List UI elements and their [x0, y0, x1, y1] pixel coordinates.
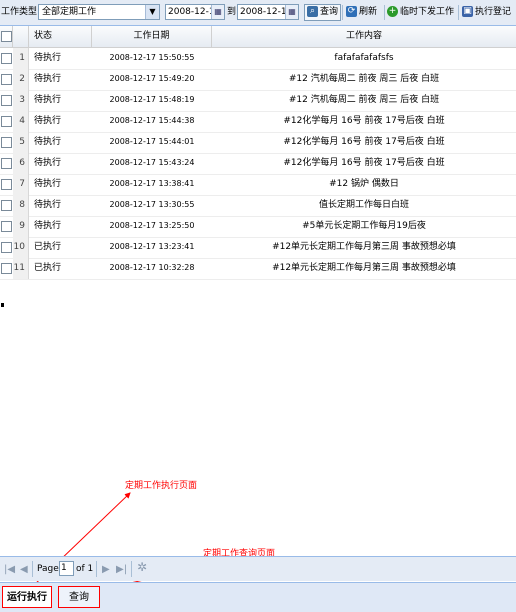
- paging-toolbar: |◀ ◀ Page 1 of 1 ▶ ▶| ✲: [0, 556, 516, 581]
- tab-query[interactable]: 查询: [58, 586, 100, 608]
- bottom-tab-bar: 运行执行 查询: [0, 582, 516, 612]
- prev-page-icon[interactable]: ◀: [20, 563, 28, 576]
- pager-separator: [96, 561, 97, 577]
- refresh-icon[interactable]: ✲: [137, 561, 147, 574]
- tab-run-execute[interactable]: 运行执行: [2, 586, 52, 608]
- exec-page-annotation: 定期工作执行页面: [125, 481, 198, 491]
- page-number-input[interactable]: 1: [59, 561, 74, 576]
- page-count-label: of 1: [76, 564, 94, 574]
- annotation-arrows: [32, 492, 208, 593]
- page-label: Page: [37, 564, 59, 574]
- next-page-icon[interactable]: ▶: [102, 563, 110, 576]
- first-page-icon[interactable]: |◀: [4, 563, 15, 576]
- last-page-icon[interactable]: ▶|: [116, 563, 127, 576]
- pager-separator: [32, 561, 33, 577]
- pager-separator: [131, 561, 132, 577]
